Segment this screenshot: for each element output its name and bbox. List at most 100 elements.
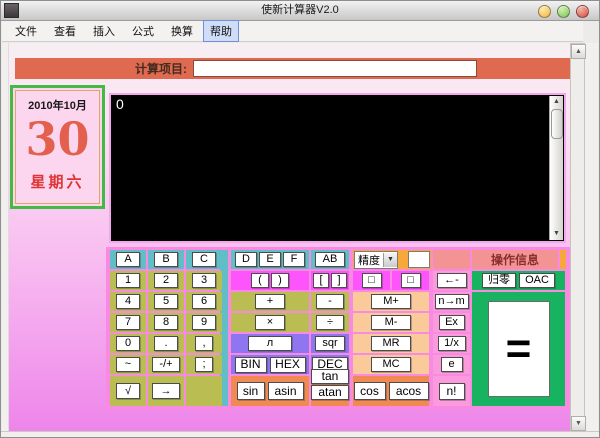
cell-reciprocal: 1/x — [433, 334, 470, 353]
close-button[interactable] — [576, 5, 589, 18]
key-tilde[interactable]: ~ — [116, 357, 140, 372]
key-multiply[interactable]: × — [255, 315, 285, 330]
cell-sin: sin asin — [231, 376, 309, 406]
key-a[interactable]: A — [116, 252, 140, 267]
key-tan[interactable]: tan — [311, 368, 349, 384]
key-7[interactable]: 7 — [116, 315, 140, 330]
key-b[interactable]: B — [154, 252, 178, 267]
key-6[interactable]: 6 — [192, 294, 216, 309]
key-dot[interactable]: . — [154, 336, 178, 351]
key-minus[interactable]: - — [316, 294, 344, 309]
key-e[interactable]: E — [259, 252, 281, 267]
key-bin[interactable]: BIN — [234, 356, 267, 373]
cell-multiply: × — [231, 313, 309, 332]
key-clear-zero[interactable]: 归零 — [482, 273, 516, 288]
cell-c: C — [186, 250, 222, 269]
content-area: 计算项目: 2010年10月 30 星期六 0 ▲ ▼ A B C D E F AB 精度 ▼ 操… — [2, 43, 598, 432]
key-square-1[interactable]: □ — [361, 273, 382, 288]
key-sin[interactable]: sin — [236, 382, 265, 400]
key-paren-close[interactable]: ) — [271, 273, 289, 288]
menu-formula[interactable]: 公式 — [125, 20, 161, 42]
cell-def: DEF — [231, 250, 309, 269]
key-factorial[interactable]: n! — [438, 382, 465, 400]
key-4[interactable]: 4 — [116, 294, 140, 309]
scroll-down-icon[interactable]: ▼ — [571, 416, 586, 431]
key-bracket-open[interactable]: [ — [313, 273, 329, 288]
cell-operation-info: 操作信息 — [472, 250, 558, 269]
key-divide[interactable]: ÷ — [316, 315, 344, 330]
chevron-down-icon[interactable]: ▼ — [383, 252, 397, 267]
cell-operation-info-label: 操作信息 — [490, 253, 539, 267]
cell-clear: 归零 OAC — [472, 271, 565, 290]
key-oac[interactable]: OAC — [519, 273, 555, 288]
key-d[interactable]: D — [235, 252, 257, 267]
window-title: 使新计算器V2.0 — [261, 4, 339, 16]
minimize-button[interactable] — [538, 5, 551, 18]
cell-ex: Ex — [433, 313, 470, 332]
project-bar: 计算项目: — [15, 58, 572, 79]
cell-semicolon: ; — [186, 355, 222, 374]
key-atan[interactable]: atan — [311, 384, 349, 400]
menu-view[interactable]: 查看 — [47, 20, 83, 42]
display-scrollbar[interactable]: ▲ ▼ — [549, 96, 563, 240]
title-bar[interactable]: 使新计算器V2.0 — [1, 1, 599, 21]
menu-convert[interactable]: 换算 — [164, 20, 200, 42]
key-e-const[interactable]: e — [440, 357, 463, 372]
menu-file[interactable]: 文件 — [8, 20, 44, 42]
key-equals[interactable]: = — [487, 301, 550, 397]
window-scrollbar[interactable]: ▲ ▼ — [570, 43, 586, 432]
key-sqr[interactable]: sqr — [315, 336, 345, 351]
key-ex[interactable]: Ex — [438, 315, 465, 330]
key-0[interactable]: 0 — [116, 336, 140, 351]
key-negate[interactable]: -/+ — [152, 357, 180, 372]
key-reciprocal[interactable]: 1/x — [437, 336, 466, 351]
key-semicolon[interactable]: ; — [195, 357, 213, 372]
key-comma[interactable]: , — [195, 336, 213, 351]
precision-dropdown[interactable]: 精度 ▼ — [354, 250, 398, 269]
key-2[interactable]: 2 — [154, 273, 178, 288]
scroll-down-icon[interactable]: ▼ — [550, 228, 563, 240]
key-square-2[interactable]: □ — [400, 273, 421, 288]
display-value: 0 — [116, 96, 124, 112]
key-m-minus[interactable]: M- — [371, 315, 411, 330]
key-mr[interactable]: MR — [371, 336, 411, 351]
key-asin[interactable]: asin — [267, 382, 304, 400]
cell-tilde: ~ — [110, 355, 146, 374]
key-cos[interactable]: cos — [353, 382, 386, 400]
cell-9: 9 — [186, 313, 222, 332]
maximize-button[interactable] — [557, 5, 570, 18]
key-ab[interactable]: AB — [315, 252, 345, 267]
precision-input[interactable] — [408, 251, 430, 268]
key-n-to-m[interactable]: n→m — [434, 294, 469, 309]
key-mc[interactable]: MC — [371, 357, 411, 372]
key-f[interactable]: F — [283, 252, 305, 267]
menu-help[interactable]: 帮助 — [203, 20, 239, 42]
cell-plus: + — [231, 292, 309, 311]
cell-comma: , — [186, 334, 222, 353]
key-8[interactable]: 8 — [154, 315, 178, 330]
scroll-up-icon[interactable]: ▲ — [550, 96, 563, 108]
key-acos[interactable]: acos — [388, 382, 429, 400]
key-5[interactable]: 5 — [154, 294, 178, 309]
scrollbar-thumb[interactable] — [551, 109, 563, 139]
cell-m-plus: M+ — [353, 292, 429, 311]
key-sqrt[interactable]: √ — [116, 383, 140, 399]
key-m-plus[interactable]: M+ — [371, 294, 411, 309]
menu-insert[interactable]: 插入 — [86, 20, 122, 42]
key-backspace[interactable]: ←- — [436, 273, 467, 288]
right-edge — [585, 43, 598, 432]
cell-arrow: → — [148, 376, 184, 406]
key-c[interactable]: C — [192, 252, 216, 267]
project-name-input[interactable] — [193, 60, 477, 77]
key-3[interactable]: 3 — [192, 273, 216, 288]
key-bracket-close[interactable]: ] — [331, 273, 347, 288]
scroll-up-icon[interactable]: ▲ — [571, 44, 586, 59]
key-paren-open[interactable]: ( — [251, 273, 269, 288]
key-plus[interactable]: + — [255, 294, 285, 309]
key-arrow[interactable]: → — [152, 383, 180, 399]
key-pi[interactable]: л — [248, 336, 292, 351]
cell-square-1: □ — [353, 271, 390, 290]
key-hex[interactable]: HEX — [269, 356, 306, 373]
key-9[interactable]: 9 — [192, 315, 216, 330]
key-1[interactable]: 1 — [116, 273, 140, 288]
